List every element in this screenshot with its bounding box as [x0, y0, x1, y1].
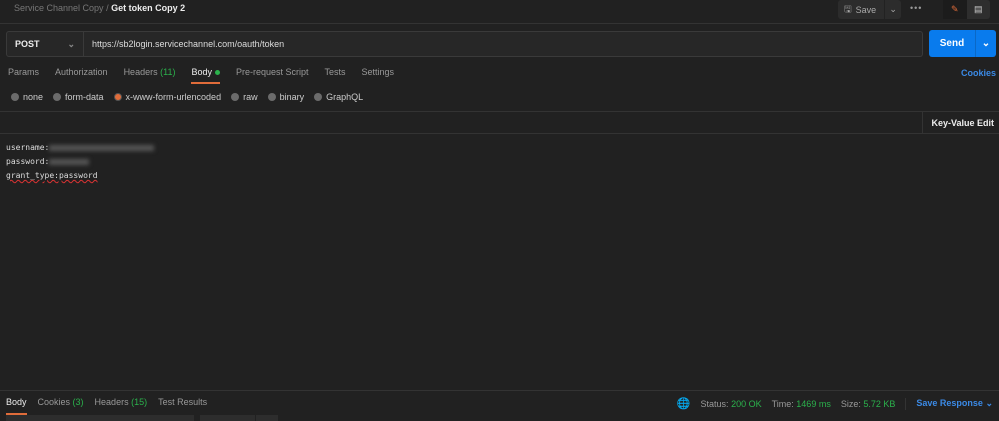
tab-label: Headers	[94, 397, 129, 407]
bulk-edit-textarea[interactable]: username: password: grant_type:password	[6, 141, 155, 183]
tab-label: Authorization	[55, 67, 108, 77]
response-tab-headers[interactable]: Headers (15)	[95, 397, 148, 414]
editor-line: grant_type:password	[6, 169, 154, 183]
response-option-button[interactable]	[200, 415, 255, 421]
tab-label: Body	[191, 67, 212, 77]
radio-label: form-data	[65, 92, 104, 102]
comments-icon[interactable]: ▤	[967, 0, 991, 19]
radio-circle-icon	[231, 93, 240, 101]
radio-selected-icon	[113, 93, 122, 101]
radio-form-data[interactable]: form-data	[53, 92, 104, 102]
time-label: Time:	[771, 398, 794, 409]
save-icon: 🖫	[844, 3, 852, 14]
response-tabs: Body Cookies (3) Headers (15) Test Resul…	[6, 397, 207, 415]
time-value: 1469 ms	[796, 398, 831, 409]
headers-count: (11)	[160, 67, 176, 77]
size: Size: 5.72 KB	[841, 399, 896, 409]
status-label: Status:	[700, 398, 729, 409]
body-mode-radios: none form-data x-www-form-urlencoded raw…	[11, 92, 363, 102]
request-tabs: Params Authorization Headers (11) Body P…	[8, 67, 394, 84]
radio-label: none	[23, 92, 44, 102]
breadcrumb-request[interactable]: Get token Copy 2	[111, 3, 185, 13]
network-globe-icon[interactable]: 🌐	[677, 397, 691, 410]
response-meta: 🌐 Status: 200 OK Time: 1469 ms Size: 5.7…	[677, 397, 993, 410]
tab-label: Headers	[123, 67, 158, 77]
tab-headers[interactable]: Headers (11)	[124, 67, 176, 84]
response-wrap-button[interactable]	[256, 415, 278, 421]
radio-x-www-form-urlencoded[interactable]: x-www-form-urlencoded	[113, 92, 222, 102]
username-key: username:	[6, 143, 50, 152]
edit-pencil-icon[interactable]: ✎	[943, 0, 967, 19]
radio-binary[interactable]: binary	[267, 92, 305, 102]
send-button-group: Send ⌄	[929, 30, 996, 57]
response-format-button[interactable]	[6, 415, 50, 421]
view-mode-toggle: ✎ ▤	[943, 0, 990, 19]
breadcrumb: Service Channel Copy / Get token Copy 2	[14, 3, 185, 13]
size-label: Size:	[840, 398, 861, 409]
tab-label: Pre-request Script	[235, 67, 309, 77]
radio-circle-icon	[267, 93, 276, 101]
modified-dot-icon	[214, 70, 220, 76]
redacted-password	[49, 158, 90, 165]
radio-label: raw	[243, 92, 258, 102]
radio-raw[interactable]: raw	[231, 92, 258, 102]
tab-label: Params	[8, 67, 40, 77]
chevron-down-icon: ⌄	[67, 38, 75, 49]
bulk-edit-bar: Key-Value Edit	[0, 111, 999, 134]
save-response-label: Save Response	[916, 398, 983, 408]
response-tab-cookies[interactable]: Cookies (3)	[38, 397, 84, 414]
response-tab-test-results[interactable]: Test Results	[158, 397, 207, 414]
method-select[interactable]: POST ⌄	[6, 31, 84, 57]
send-options-chevron-icon[interactable]: ⌄	[976, 30, 996, 57]
editor-line: password:	[6, 155, 154, 169]
cookies-count: (3)	[72, 397, 84, 407]
password-key: password:	[6, 157, 50, 166]
radio-circle-icon	[11, 93, 19, 101]
headers-count: (15)	[131, 397, 148, 407]
response-tab-body[interactable]: Body	[6, 397, 27, 415]
radio-circle-icon	[314, 93, 323, 101]
save-response-button[interactable]: Save Response ⌄	[916, 398, 993, 409]
radio-label: x-www-form-urlencoded	[125, 92, 222, 102]
radio-none[interactable]: none	[11, 92, 43, 102]
tab-authorization[interactable]: Authorization	[55, 67, 108, 84]
breadcrumb-separator: /	[106, 3, 109, 13]
chevron-down-icon: ⌄	[985, 398, 993, 408]
time: Time: 1469 ms	[772, 399, 831, 409]
editor-line: username:	[6, 141, 155, 155]
send-button[interactable]: Send	[929, 30, 976, 57]
status: Status: 200 OK	[701, 399, 762, 409]
tab-params[interactable]: Params	[8, 67, 39, 84]
grant-type-line: grant_type:password	[6, 171, 98, 180]
breadcrumb-collection[interactable]: Service Channel Copy	[14, 3, 104, 13]
method-value: POST	[15, 39, 40, 49]
save-group: 🖫 Save ⌄	[838, 0, 902, 19]
cookies-link[interactable]: Cookies	[961, 68, 996, 78]
save-button[interactable]: 🖫 Save	[838, 0, 886, 19]
radio-graphql[interactable]: GraphQL	[314, 92, 363, 102]
tab-label: Settings	[361, 67, 395, 77]
radio-label: GraphQL	[326, 92, 364, 102]
save-label: Save	[855, 4, 877, 15]
redacted-username	[49, 144, 155, 151]
url-input[interactable]: https://sb2login.servicechannel.com/oaut…	[84, 31, 923, 57]
divider	[905, 397, 907, 410]
header-bar: Service Channel Copy / Get token Copy 2 …	[0, 0, 999, 24]
more-options-icon[interactable]: •••	[910, 3, 922, 13]
tab-label: Body	[6, 397, 27, 407]
key-value-edit-button[interactable]: Key-Value Edit	[922, 112, 999, 134]
tab-body[interactable]: Body	[191, 67, 220, 84]
save-options-chevron-icon[interactable]: ⌄	[885, 4, 901, 15]
tab-tests[interactable]: Tests	[325, 67, 346, 84]
response-view-button[interactable]	[50, 415, 194, 421]
radio-circle-icon	[53, 93, 62, 101]
status-value: 200 OK	[731, 398, 762, 409]
tab-label: Cookies	[37, 397, 71, 407]
radio-label: binary	[279, 92, 305, 102]
tab-settings[interactable]: Settings	[362, 67, 395, 84]
size-value: 5.72 KB	[863, 398, 896, 409]
tab-label: Test Results	[158, 397, 208, 407]
tab-pre-request-script[interactable]: Pre-request Script	[236, 67, 309, 84]
tab-label: Tests	[324, 67, 346, 77]
